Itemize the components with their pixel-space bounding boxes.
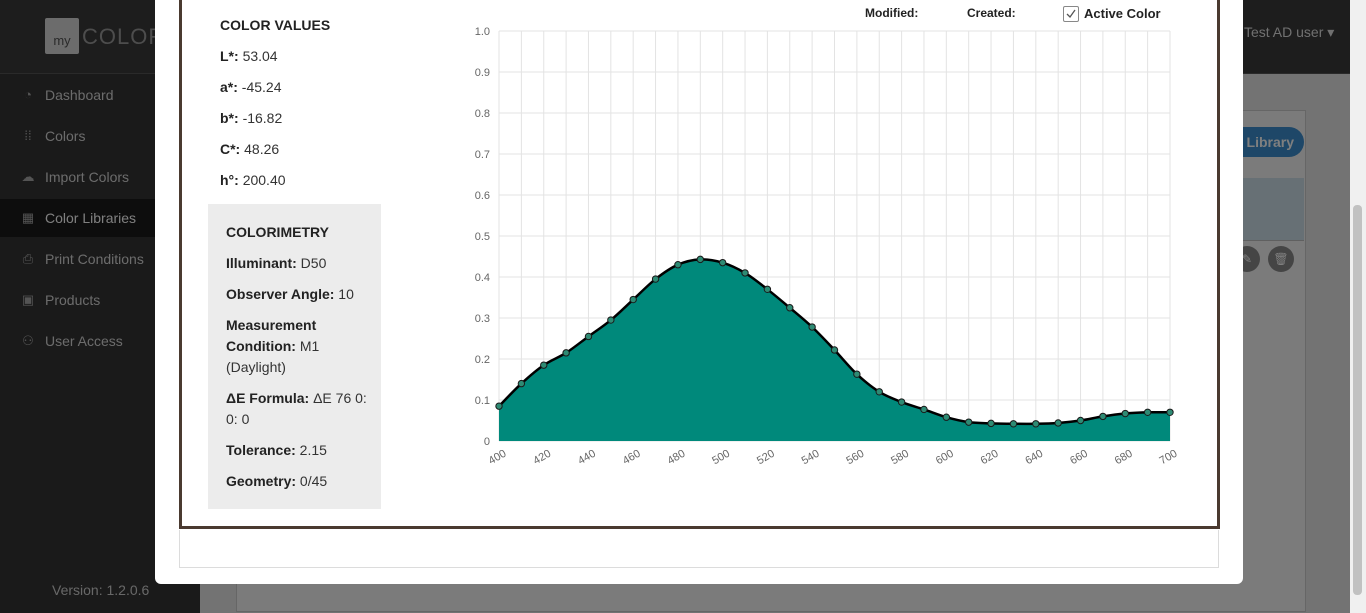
y-tick-label: 0.6 bbox=[475, 190, 490, 202]
scrollbar-thumb[interactable] bbox=[1353, 205, 1362, 595]
checkmark-icon bbox=[1066, 9, 1076, 19]
x-tick-label: 500 bbox=[710, 448, 732, 468]
data-point bbox=[1143, 408, 1152, 416]
data-point bbox=[718, 258, 727, 267]
data-point bbox=[1076, 416, 1085, 425]
data-point bbox=[987, 419, 995, 428]
x-tick-label: 660 bbox=[1068, 448, 1090, 468]
illuminant-field: Illuminant: D50 bbox=[226, 255, 327, 271]
data-point bbox=[808, 323, 816, 331]
data-point bbox=[965, 418, 973, 426]
data-point bbox=[763, 285, 772, 293]
modified-label: Modified: bbox=[865, 6, 919, 20]
data-point bbox=[1099, 412, 1107, 421]
data-point bbox=[875, 388, 883, 396]
color-value-a: a*: -45.24 bbox=[220, 79, 282, 95]
x-tick-label: 560 bbox=[844, 448, 866, 468]
y-tick-label: 0.1 bbox=[475, 395, 490, 407]
data-point bbox=[1166, 408, 1174, 416]
active-color-label[interactable]: Active Color bbox=[1084, 6, 1161, 21]
data-point bbox=[562, 349, 570, 357]
y-tick-label: 0.2 bbox=[475, 354, 490, 366]
measurement-condition-field: Measurement bbox=[226, 317, 317, 333]
x-tick-label: 540 bbox=[800, 448, 822, 468]
y-tick-label: 1.0 bbox=[475, 26, 490, 38]
x-tick-label: 620 bbox=[979, 448, 1001, 468]
y-tick-label: 0.7 bbox=[475, 149, 490, 161]
created-label: Created: bbox=[967, 6, 1016, 20]
color-value-c: C*: 48.26 bbox=[220, 141, 280, 157]
x-tick-label: 400 bbox=[487, 448, 509, 468]
data-point bbox=[786, 304, 794, 312]
observer-angle-field: Observer Angle: 10 bbox=[226, 286, 354, 302]
data-point bbox=[674, 261, 682, 269]
data-point bbox=[1054, 419, 1062, 427]
de-formula-field: ΔE Formula: ΔE 76 0: bbox=[226, 390, 367, 406]
color-value-l: L*: 53.04 bbox=[220, 48, 278, 64]
x-tick-label: 640 bbox=[1023, 448, 1045, 468]
x-tick-label: 480 bbox=[665, 448, 687, 468]
y-tick-label: 0.9 bbox=[475, 67, 490, 79]
y-tick-label: 0.8 bbox=[475, 108, 490, 120]
spectral-reflectance-chart: 0 0.1 0.2 0.3 0.4 0.5 0.6 0.7 0.8 0.9 1.0 400 420 440… bbox=[475, 26, 1180, 468]
data-point bbox=[651, 275, 660, 283]
x-tick-label: 680 bbox=[1113, 448, 1135, 468]
data-point bbox=[517, 379, 526, 388]
modal-footer bbox=[179, 530, 1219, 568]
data-point bbox=[830, 346, 839, 354]
color-values-title: COLOR VALUES bbox=[220, 17, 331, 33]
data-point bbox=[897, 398, 906, 406]
data-point bbox=[741, 269, 749, 277]
de-formula-value: 0: 0 bbox=[226, 411, 250, 427]
y-tick-label: 0.4 bbox=[475, 272, 490, 284]
x-tick-label: 420 bbox=[531, 448, 553, 468]
data-point bbox=[607, 316, 615, 324]
x-tick-label: 580 bbox=[889, 448, 911, 468]
data-point bbox=[495, 402, 503, 410]
data-point bbox=[1009, 420, 1018, 428]
x-tick-label: 460 bbox=[621, 448, 643, 468]
data-point bbox=[1121, 409, 1129, 418]
x-tick-label: 700 bbox=[1158, 448, 1180, 468]
tolerance-field: Tolerance: 2.15 bbox=[226, 442, 327, 458]
y-tick-label: 0.3 bbox=[475, 313, 490, 325]
y-tick-label: 0 bbox=[484, 436, 490, 448]
y-tick-label: 0.5 bbox=[475, 231, 490, 243]
x-tick-label: 440 bbox=[576, 448, 598, 468]
color-value-h: h°: 200.40 bbox=[220, 172, 286, 188]
data-point bbox=[696, 255, 705, 264]
data-point bbox=[584, 332, 593, 341]
color-value-b: b*: -16.82 bbox=[220, 110, 283, 126]
measurement-condition-field-2: Condition: M1 bbox=[226, 338, 320, 354]
data-point bbox=[629, 295, 637, 304]
colorimetry-title: COLORIMETRY bbox=[226, 224, 329, 240]
data-point bbox=[942, 413, 951, 421]
geometry-field: Geometry: 0/45 bbox=[226, 473, 328, 489]
data-point bbox=[540, 361, 548, 369]
x-tick-label: 600 bbox=[934, 448, 956, 468]
measurement-condition-value: (Daylight) bbox=[226, 359, 286, 375]
data-point bbox=[853, 370, 861, 378]
x-tick-label: 520 bbox=[755, 448, 777, 468]
data-point bbox=[920, 405, 928, 414]
data-point bbox=[1032, 420, 1040, 428]
